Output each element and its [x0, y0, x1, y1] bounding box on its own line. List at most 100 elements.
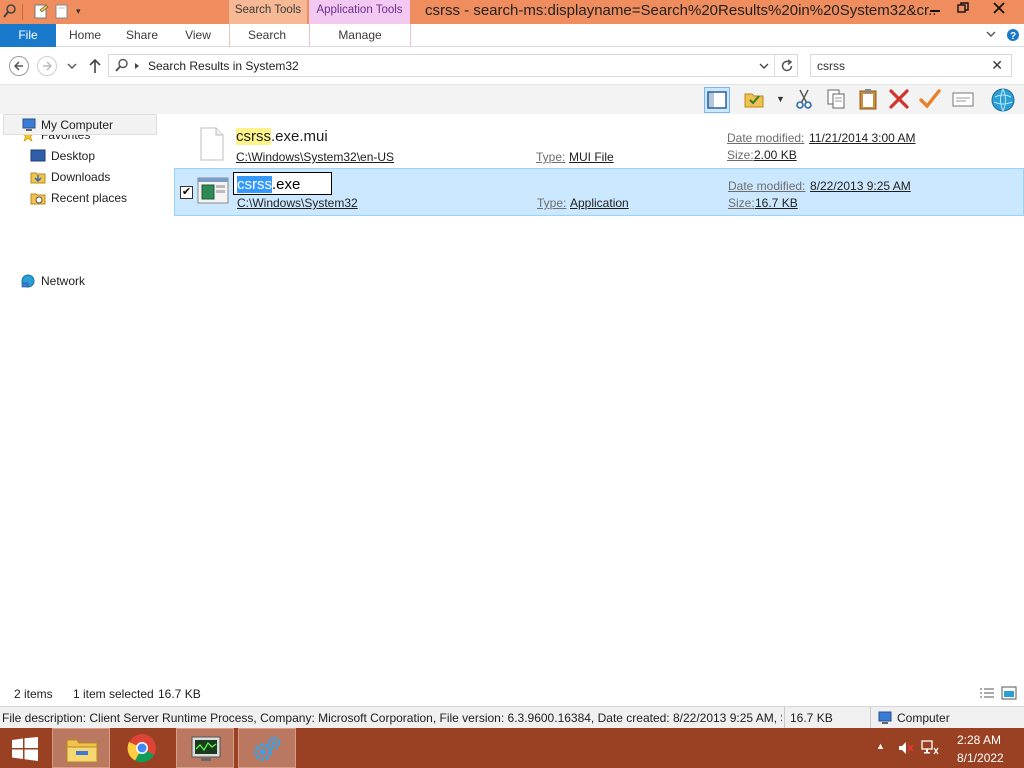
file-description: File description: Client Server Runtime … — [2, 711, 782, 725]
tab-home[interactable]: Home — [62, 24, 108, 47]
size-label: Size: — [727, 148, 754, 162]
network-globe-button[interactable] — [990, 87, 1016, 113]
date-modified-value: 11/21/2014 3:00 AM — [809, 131, 916, 145]
size-value: 16.7 KB — [755, 196, 798, 210]
nav-my-computer-label: My Computer — [41, 118, 114, 132]
nav-my-computer[interactable]: My Computer — [3, 114, 157, 135]
cut-button[interactable] — [792, 87, 818, 113]
taskbar-settings-app[interactable] — [238, 728, 296, 768]
taskbar-chrome[interactable] — [114, 728, 172, 768]
magnifier-icon[interactable] — [2, 3, 18, 19]
details-size: 16.7 KB — [790, 711, 833, 725]
forward-button[interactable] — [37, 56, 57, 76]
preview-pane-icon — [707, 91, 727, 109]
copy-icon — [827, 89, 845, 109]
address-path[interactable]: Search Results in System32 — [148, 59, 299, 73]
tab-manage[interactable]: Manage — [325, 24, 395, 47]
row-checkbox[interactable]: ✔ — [180, 186, 193, 199]
copy-button[interactable] — [824, 87, 850, 113]
details-location: Computer — [897, 711, 950, 725]
type-value: MUI File — [569, 150, 614, 164]
nav-desktop-label: Desktop — [51, 149, 96, 163]
nav-downloads[interactable]: Downloads — [30, 168, 150, 188]
properties-icon[interactable] — [33, 3, 49, 19]
nav-network[interactable]: Network — [20, 272, 140, 292]
restore-button[interactable] — [950, 0, 976, 21]
recent-locations-icon[interactable] — [67, 62, 77, 70]
rename-input[interactable]: csrss.exe — [233, 172, 332, 195]
size-label: Size: — [728, 196, 755, 210]
date-modified-label: Date modified: — [727, 131, 805, 145]
network-status-icon[interactable] — [921, 740, 939, 756]
details-bar: File description: Client Server Runtime … — [0, 706, 1024, 729]
tab-view[interactable]: View — [176, 24, 220, 47]
refresh-icon[interactable] — [780, 59, 794, 73]
title-bar: ▾ Search Tools Application Tools csrss -… — [0, 0, 1024, 24]
back-arrow-icon — [13, 61, 23, 71]
clock-time[interactable]: 2:28 AM — [957, 733, 1001, 747]
details-view-icon[interactable] — [979, 686, 995, 700]
show-hidden-icons-icon[interactable]: ▲ — [876, 741, 885, 751]
svg-text:?: ? — [1010, 31, 1016, 42]
windows-logo-icon — [12, 737, 38, 761]
context-label-application-tools: Application Tools — [309, 0, 410, 24]
close-button[interactable] — [976, 0, 1022, 21]
preview-pane-button[interactable] — [704, 87, 730, 113]
address-bar[interactable]: Search Results in System32 — [108, 54, 798, 77]
type-label: Type: — [537, 196, 567, 210]
rename-selected-text: csrss — [237, 176, 272, 193]
address-dropdown-icon[interactable] — [759, 62, 769, 70]
type-value: Application — [570, 196, 629, 210]
search-input[interactable] — [817, 59, 977, 73]
file-name-rest: .exe.mui — [271, 128, 328, 145]
taskbar-task-manager[interactable] — [176, 728, 234, 768]
selection-size: 16.7 KB — [158, 687, 201, 701]
new-folder-icon[interactable] — [54, 3, 70, 19]
nav-desktop[interactable]: Desktop — [30, 147, 150, 167]
back-button[interactable] — [9, 56, 29, 76]
select-dropdown-icon[interactable]: ▼ — [776, 94, 785, 104]
breadcrumb-chevron-icon[interactable] — [134, 62, 140, 70]
date-modified-value: 8/22/2013 9:25 AM — [810, 179, 911, 193]
customize-quick-access-icon[interactable]: ▾ — [76, 6, 81, 17]
rename-button[interactable] — [918, 87, 944, 113]
help-icon[interactable]: ? — [1006, 28, 1020, 42]
minimize-button[interactable] — [920, 0, 950, 21]
taskbar-file-explorer[interactable] — [52, 728, 110, 768]
gears-icon — [254, 736, 281, 761]
item-count: 2 items — [14, 687, 53, 701]
desktop-icon — [30, 149, 46, 162]
scissors-icon — [796, 89, 812, 109]
application-icon — [197, 177, 229, 204]
navigation-pane: Favorites Desktop Downloads Recent place… — [0, 114, 160, 684]
start-button[interactable] — [0, 728, 48, 768]
select-folder-button[interactable] — [742, 87, 768, 113]
result-row[interactable]: csrss.exe.mui C:\Windows\System32\en-US … — [174, 121, 1024, 169]
clear-search-icon[interactable]: ✕ — [991, 57, 1003, 74]
paste-button[interactable] — [856, 87, 882, 113]
tab-file[interactable]: File — [0, 24, 56, 47]
search-box[interactable]: ✕ — [810, 54, 1012, 77]
delete-button[interactable] — [887, 87, 913, 113]
nav-recent-places[interactable]: Recent places — [30, 189, 150, 209]
tab-share[interactable]: Share — [118, 24, 166, 47]
network-icon — [21, 274, 35, 288]
result-row-selected[interactable]: ✔ csrss.exe C:\Windows\System32 Type: Ap… — [174, 168, 1024, 216]
context-label-search-tools: Search Tools — [229, 0, 307, 24]
result-file-name[interactable]: csrss.exe.mui — [236, 128, 328, 145]
tab-search[interactable]: Search — [236, 24, 298, 47]
properties-button[interactable] — [951, 87, 977, 113]
properties-card-icon — [952, 92, 974, 107]
ribbon-expand-icon[interactable] — [986, 30, 996, 38]
context-divider — [309, 24, 310, 47]
large-icons-view-icon[interactable] — [1001, 686, 1017, 700]
up-arrow-icon[interactable] — [88, 58, 102, 74]
address-row: Search Results in System32 ✕ — [0, 48, 1024, 84]
clock-date[interactable]: 8/1/2022 — [957, 751, 1004, 765]
file-explorer-icon — [66, 739, 98, 763]
result-file-path[interactable]: C:\Windows\System32 — [237, 196, 358, 210]
nav-network-label: Network — [41, 274, 86, 288]
result-file-path[interactable]: C:\Windows\System32\en-US — [236, 150, 394, 164]
taskbar: ▲ 2:28 AM 8/1/2022 — [0, 728, 1024, 768]
volume-muted-icon[interactable] — [898, 741, 914, 755]
